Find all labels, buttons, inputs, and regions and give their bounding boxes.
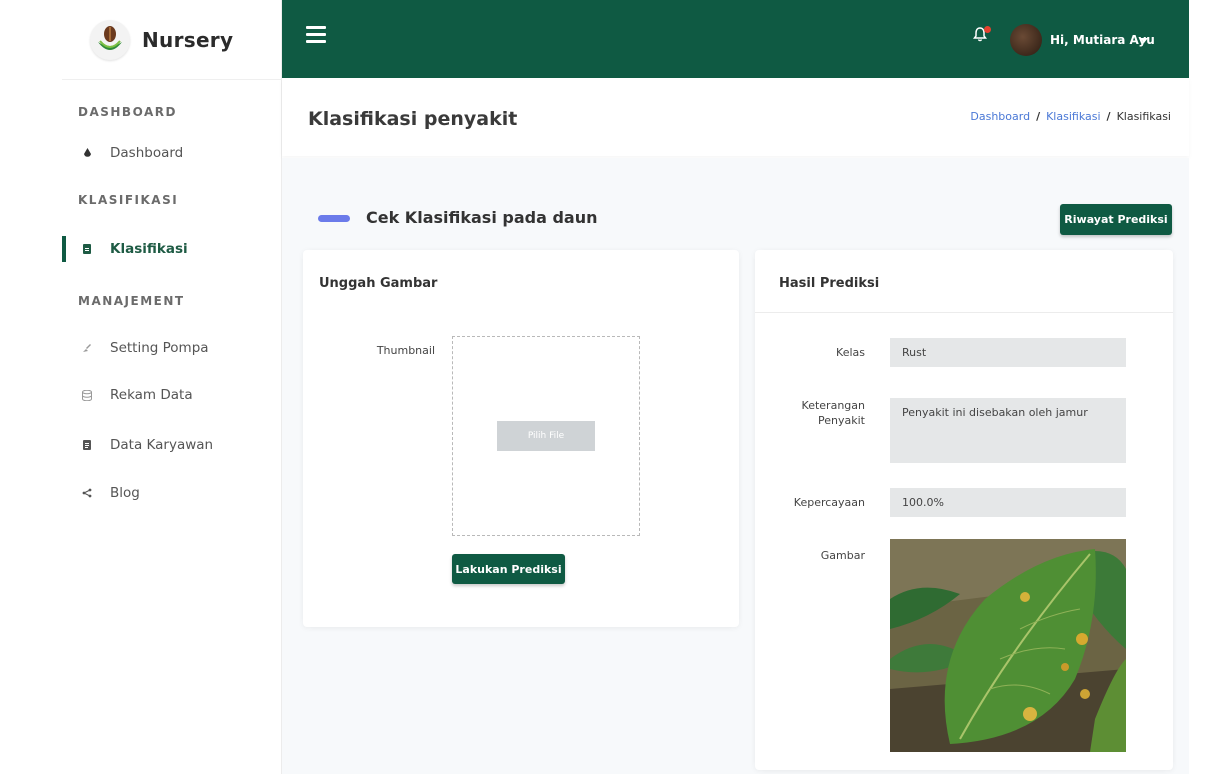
sidebar-item-klasifikasi[interactable]: Klasifikasi (62, 235, 280, 263)
section-title-dashboard: DASHBOARD (78, 105, 177, 119)
leaf-image (890, 539, 1126, 752)
sidebar-item-rekam-data[interactable]: Rekam Data (62, 381, 280, 409)
share-icon (80, 488, 94, 498)
menu-toggle-icon[interactable] (306, 26, 326, 43)
section-title-manajement: MANAJEMENT (78, 294, 185, 308)
breadcrumb-klasifikasi[interactable]: Klasifikasi (1046, 110, 1100, 123)
breadcrumb-separator: / (1036, 110, 1041, 123)
upload-card: Unggah Gambar Thumbnail Pilih File Lakuk… (303, 250, 739, 627)
app-root: Nursery DASHBOARD Dashboard KLASIFIKASI … (0, 0, 1222, 774)
document-icon (80, 440, 94, 450)
sidebar-item-label: Data Karyawan (110, 437, 214, 453)
gambar-label: Gambar (820, 549, 865, 562)
brush-icon (80, 343, 94, 353)
keterangan-label-line1: Keterangan (801, 399, 865, 412)
breadcrumb-separator: / (1106, 110, 1111, 123)
kelas-value: Rust (890, 338, 1126, 367)
result-card-title: Hasil Prediksi (779, 276, 880, 291)
sidebar-item-dashboard[interactable]: Dashboard (62, 139, 280, 167)
sidebar-item-data-karyawan[interactable]: Data Karyawan (62, 431, 280, 459)
notification-dot (984, 26, 991, 33)
kepercayaan-label: Kepercayaan (793, 496, 865, 509)
section-accent-pill (318, 215, 350, 222)
kelas-label: Kelas (836, 346, 865, 359)
kepercayaan-value: 100.0% (890, 488, 1126, 517)
avatar[interactable] (1010, 24, 1042, 56)
section-title-klasifikasi: KLASIFIKASI (78, 193, 179, 207)
thumbnail-dropzone[interactable]: Pilih File (452, 336, 640, 536)
sidebar-item-label: Blog (110, 485, 140, 501)
nursery-logo-icon (90, 19, 130, 60)
database-icon (80, 389, 94, 401)
upload-card-title: Unggah Gambar (319, 276, 438, 291)
section-heading: Cek Klasifikasi pada daun (366, 208, 598, 227)
sidebar-item-setting-pompa[interactable]: Setting Pompa (62, 334, 280, 362)
chevron-down-icon[interactable] (1140, 38, 1148, 43)
sidebar-item-label: Setting Pompa (110, 340, 209, 356)
predict-button[interactable]: Lakukan Prediksi (452, 554, 565, 584)
thumbnail-label: Thumbnail (376, 344, 435, 357)
main-content: Cek Klasifikasi pada daun Riwayat Predik… (282, 158, 1189, 774)
sidebar-item-label: Rekam Data (110, 387, 193, 403)
sidebar-item-label: Dashboard (110, 145, 184, 161)
brand[interactable]: Nursery (62, 0, 281, 80)
history-button[interactable]: Riwayat Prediksi (1060, 204, 1172, 235)
breadcrumb-dashboard[interactable]: Dashboard (970, 110, 1030, 123)
breadcrumb-current: Klasifikasi (1116, 110, 1171, 123)
topbar: Hi, Mutiara Ayu (282, 0, 1189, 78)
page-title: Klasifikasi penyakit (308, 108, 518, 130)
sidebar: Nursery DASHBOARD Dashboard KLASIFIKASI … (62, 0, 282, 774)
sidebar-item-blog[interactable]: Blog (62, 479, 280, 507)
choose-file-button[interactable]: Pilih File (497, 421, 595, 451)
result-card: Hasil Prediksi Kelas Rust Keterangan Pen… (755, 250, 1173, 770)
file-icon (80, 244, 94, 254)
breadcrumb: Dashboard / Klasifikasi / Klasifikasi (970, 110, 1171, 123)
brand-name: Nursery (142, 27, 234, 52)
bell-icon[interactable] (972, 26, 992, 46)
drop-icon (80, 147, 94, 159)
keterangan-label-line2: Penyakit (818, 414, 865, 427)
page-header: Klasifikasi penyakit Dashboard / Klasifi… (282, 78, 1189, 156)
card-divider (755, 312, 1173, 313)
sidebar-item-label: Klasifikasi (110, 241, 188, 257)
keterangan-value: Penyakit ini disebakan oleh jamur (890, 398, 1126, 463)
